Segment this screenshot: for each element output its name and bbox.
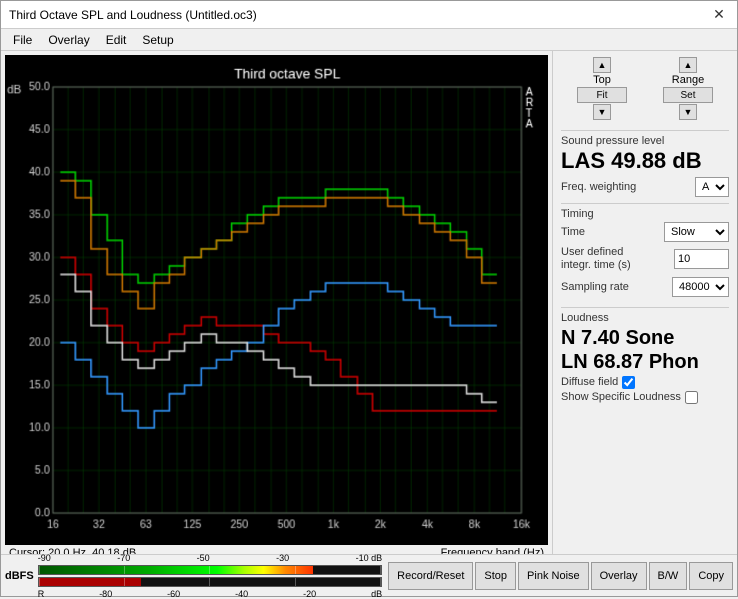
- spl-section-label: Sound pressure level: [561, 135, 729, 147]
- fit-button[interactable]: Fit: [577, 87, 627, 103]
- freq-weighting-select[interactable]: A B C Z: [695, 177, 729, 197]
- top-up-button[interactable]: ▲: [593, 57, 611, 73]
- sampling-rate-select[interactable]: 44100 48000 96000: [672, 277, 729, 297]
- sampling-rate-label: Sampling rate: [561, 281, 629, 293]
- record-reset-button[interactable]: Record/Reset: [388, 562, 473, 590]
- copy-button[interactable]: Copy: [689, 562, 733, 590]
- scale-bot-3: -40: [235, 589, 248, 599]
- range-down-button[interactable]: ▼: [679, 104, 697, 120]
- sampling-rate-row: Sampling rate 44100 48000 96000: [561, 277, 729, 297]
- range-control: ▲ Range Set ▼: [647, 57, 729, 120]
- range-up-button[interactable]: ▲: [679, 57, 697, 73]
- top-down-button[interactable]: ▼: [593, 104, 611, 120]
- loudness-n-value: N 7.40 Sone: [561, 326, 729, 350]
- top-control: ▲ Top Fit ▼: [561, 57, 643, 120]
- freq-band-label: Frequency band (Hz): [441, 547, 544, 554]
- time-select[interactable]: Slow Fast Impulse: [664, 222, 729, 242]
- menu-setup[interactable]: Setup: [134, 31, 181, 48]
- menu-bar: File Overlay Edit Setup: [1, 29, 737, 51]
- freq-weighting-label: Freq. weighting: [561, 181, 636, 193]
- loudness-section-label: Loudness: [561, 312, 729, 324]
- top-label: Top: [593, 74, 611, 86]
- scale-bot-4: -20: [303, 589, 316, 599]
- set-button[interactable]: Set: [663, 87, 713, 103]
- range-label: Range: [672, 74, 704, 86]
- window-title: Third Octave SPL and Loudness (Untitled.…: [9, 8, 257, 22]
- main-content: Cursor: 20.0 Hz, 40.18 dB Frequency band…: [1, 51, 737, 554]
- bottom-buttons: Record/Reset Stop Pink Noise Overlay B/W…: [388, 562, 733, 590]
- stop-button[interactable]: Stop: [475, 562, 516, 590]
- nav-controls: ▲ Top Fit ▼ ▲ Range Set ▼: [561, 57, 729, 120]
- timing-section-label: Timing: [561, 208, 729, 220]
- scale-bot-0: R: [38, 589, 45, 599]
- menu-edit[interactable]: Edit: [98, 31, 135, 48]
- diffuse-field-label: Diffuse field: [561, 376, 618, 388]
- title-bar: Third Octave SPL and Loudness (Untitled.…: [1, 1, 737, 29]
- time-row: Time Slow Fast Impulse: [561, 222, 729, 242]
- diffuse-field-checkbox[interactable]: [622, 376, 635, 389]
- dbfs-label: dBFS: [5, 570, 34, 582]
- show-specific-checkbox[interactable]: [685, 391, 698, 404]
- scale-top-1: -70: [117, 553, 130, 563]
- meter-track-green: [38, 565, 382, 575]
- spl-section: Sound pressure level LAS 49.88 dB Freq. …: [561, 130, 729, 197]
- scale-top-0: -90: [38, 553, 51, 563]
- menu-overlay[interactable]: Overlay: [40, 31, 97, 48]
- right-panel: ▲ Top Fit ▼ ▲ Range Set ▼ Sound pressure…: [552, 51, 737, 554]
- user-defined-row: User defined integr. time (s) 10: [561, 246, 729, 272]
- chart-area: Cursor: 20.0 Hz, 40.18 dB Frequency band…: [1, 51, 552, 554]
- meter-scale-bot: R -80 -60 -40 -20 dB: [38, 589, 382, 599]
- scale-top-3: -30: [276, 553, 289, 563]
- scale-top-2: -50: [197, 553, 210, 563]
- loudness-ln-value: LN 68.87 Phon: [561, 350, 729, 374]
- user-defined-input[interactable]: 10: [674, 249, 729, 269]
- scale-bot-1: -80: [99, 589, 112, 599]
- diffuse-field-row: Diffuse field: [561, 376, 729, 389]
- meter-area: -90 -70 -50 -30 -10 dB: [38, 553, 382, 599]
- overlay-button[interactable]: Overlay: [591, 562, 647, 590]
- menu-file[interactable]: File: [5, 31, 40, 48]
- show-specific-label: Show Specific Loudness: [561, 391, 681, 403]
- bw-button[interactable]: B/W: [649, 562, 688, 590]
- pink-noise-button[interactable]: Pink Noise: [518, 562, 589, 590]
- time-label: Time: [561, 226, 585, 238]
- show-specific-row: Show Specific Loudness: [561, 391, 729, 404]
- main-window: Third Octave SPL and Loudness (Untitled.…: [0, 0, 738, 597]
- freq-weighting-row: Freq. weighting A B C Z: [561, 177, 729, 197]
- scale-top-4: -10 dB: [356, 553, 383, 563]
- bottom-bar: dBFS -90 -70 -50 -30 -10 dB: [1, 554, 737, 596]
- scale-bot-2: -60: [167, 589, 180, 599]
- scale-bot-5: dB: [371, 589, 382, 599]
- spl-value: LAS 49.88 dB: [561, 149, 729, 173]
- loudness-section: Loudness N 7.40 Sone LN 68.87 Phon Diffu…: [561, 307, 729, 404]
- close-button[interactable]: ✕: [709, 5, 729, 25]
- spl-chart: [5, 55, 548, 545]
- timing-section: Timing Time Slow Fast Impulse User defin…: [561, 203, 729, 300]
- user-defined-label: User defined integr. time (s): [561, 246, 651, 272]
- meter-track-red: [38, 577, 382, 587]
- meter-scale-top: -90 -70 -50 -30 -10 dB: [38, 553, 382, 563]
